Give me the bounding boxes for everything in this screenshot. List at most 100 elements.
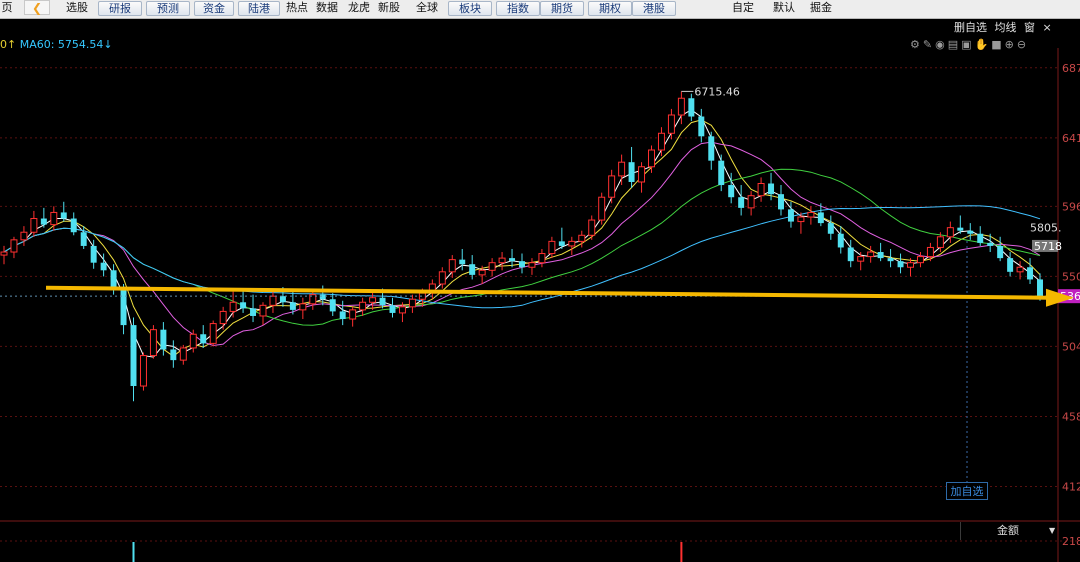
toolbar-item-6[interactable]: 数据	[314, 0, 340, 18]
toolbar-item-2[interactable]: 预测	[146, 1, 190, 16]
y-tick-label: 550	[1062, 270, 1080, 283]
eye-icon[interactable]: ◉	[935, 38, 948, 51]
candle-body	[90, 245, 97, 263]
kline-chart[interactable]: 687 641 596 550 504 458 412 218 6715.46 5805. 5718…	[0, 19, 1080, 562]
toolbar-item-12[interactable]: 期货	[540, 1, 584, 16]
toolbar-item-13[interactable]: 期权	[588, 1, 632, 16]
hand-icon[interactable]: ✋	[975, 38, 992, 51]
toolbar-default[interactable]: 默认	[772, 0, 796, 18]
high-price-label: 6715.46	[694, 85, 740, 98]
add-favorite-button[interactable]: 加自选	[946, 482, 988, 500]
candle-body	[100, 262, 107, 271]
y-tick-label: 504	[1062, 340, 1080, 353]
candle-body	[747, 195, 755, 209]
candle-body	[977, 233, 984, 243]
candle-body	[60, 212, 67, 219]
ma-line-button[interactable]: 均线	[995, 19, 1017, 35]
candle-body	[946, 227, 954, 238]
candle-body	[598, 196, 606, 221]
toolbar-item-4[interactable]: 陆港	[238, 1, 280, 16]
toolbar-item-10[interactable]: 板块	[448, 1, 492, 16]
candle-body	[189, 333, 197, 349]
toolbar-item-3[interactable]: 资金	[194, 1, 234, 16]
candle-body	[50, 211, 58, 226]
candle-body	[877, 252, 884, 259]
toolbar-custom[interactable]: 自定	[731, 0, 755, 18]
candle-body	[509, 258, 516, 262]
candle-body	[1027, 267, 1034, 280]
pen-icon[interactable]: ✎	[923, 38, 935, 51]
toolbar-item-1[interactable]: 研报	[98, 1, 142, 16]
candle-body	[677, 97, 685, 116]
candle-body	[778, 194, 784, 210]
candle-body	[628, 162, 635, 182]
candle-body	[827, 223, 834, 234]
chart-top-right-tools: 删自选 均线 窗 ×	[954, 19, 1056, 36]
toolbar-item-8[interactable]: 新股	[376, 0, 402, 18]
y-tick-label: 641	[1062, 132, 1080, 145]
candle-body	[469, 264, 476, 275]
layer-icon[interactable]: ▤	[948, 38, 961, 51]
candle-body	[608, 175, 616, 198]
candle-body	[688, 98, 695, 117]
volume-axis-label: 218	[1062, 535, 1080, 548]
toolbar-item-0[interactable]: 选股	[64, 0, 90, 18]
candle-body	[498, 257, 506, 264]
ma60-legend: MA60: 5754.54↓	[19, 38, 113, 51]
volume-bar	[680, 542, 683, 562]
ma-legend: 0↑ MA60: 5754.54↓	[0, 38, 113, 51]
volume-indicator-label: 金额	[997, 524, 1019, 537]
toolbar-item-9[interactable]: 全球	[414, 0, 440, 18]
candle-body	[718, 160, 725, 186]
volume-indicator-select[interactable]: 金额 ▼	[960, 522, 1061, 540]
settings-icon[interactable]: ⚙	[910, 38, 923, 51]
volume-bar	[132, 542, 135, 562]
candle-body	[667, 114, 675, 134]
candle-body	[10, 239, 18, 253]
candle-body	[70, 218, 77, 233]
candle-body	[279, 296, 286, 303]
candle-body	[698, 116, 705, 137]
candle-body	[588, 219, 596, 236]
candle-body	[528, 262, 536, 268]
candle-body	[289, 302, 296, 310]
save-icon[interactable]: ▣	[961, 38, 974, 51]
candle-body	[987, 242, 994, 246]
y-tick-label: 458	[1062, 410, 1080, 423]
candle-body	[897, 261, 904, 268]
candle-body	[568, 240, 576, 247]
toolbar-item-7[interactable]: 龙虎	[346, 0, 372, 18]
candle-body	[558, 241, 565, 246]
window-button[interactable]: 窗	[1024, 19, 1035, 35]
y-tick-label: 687	[1062, 62, 1080, 75]
toolbar-item-5[interactable]: 热点	[284, 0, 310, 18]
candle-body	[160, 329, 167, 350]
candle-body	[578, 234, 586, 242]
candle-body	[768, 183, 775, 195]
y-tick-label: 412	[1062, 481, 1080, 494]
back-button[interactable]: ❮	[24, 0, 50, 15]
toolbar-gold[interactable]: 掘金	[809, 0, 833, 18]
zoom-out-icon[interactable]: ⊖	[1017, 38, 1029, 51]
candle-body	[139, 355, 147, 387]
back-arrow-icon: ❮	[31, 1, 43, 15]
candle-body	[170, 349, 177, 361]
candle-body	[807, 211, 815, 218]
candle-body	[299, 303, 307, 311]
lock-icon[interactable]: ■	[991, 38, 1004, 51]
toolbar-item-11[interactable]: 指数	[496, 1, 540, 16]
candle-body	[30, 218, 38, 233]
candle-body	[269, 295, 277, 306]
delete-favorite-button[interactable]: 删自选	[954, 19, 987, 35]
close-chart-button[interactable]: ×	[1043, 21, 1052, 34]
candle-body	[926, 246, 934, 258]
candle-body	[478, 269, 486, 276]
zoom-in-icon[interactable]: ⊕	[1005, 38, 1017, 51]
toolbar-item-14[interactable]: 港股	[632, 1, 676, 16]
candle-body	[728, 185, 735, 198]
right-price-label: 5805.	[1030, 222, 1062, 235]
y-tick-label: 596	[1062, 200, 1080, 213]
candle-body	[408, 298, 416, 308]
candle-body	[867, 251, 875, 258]
candle-body	[757, 183, 765, 197]
